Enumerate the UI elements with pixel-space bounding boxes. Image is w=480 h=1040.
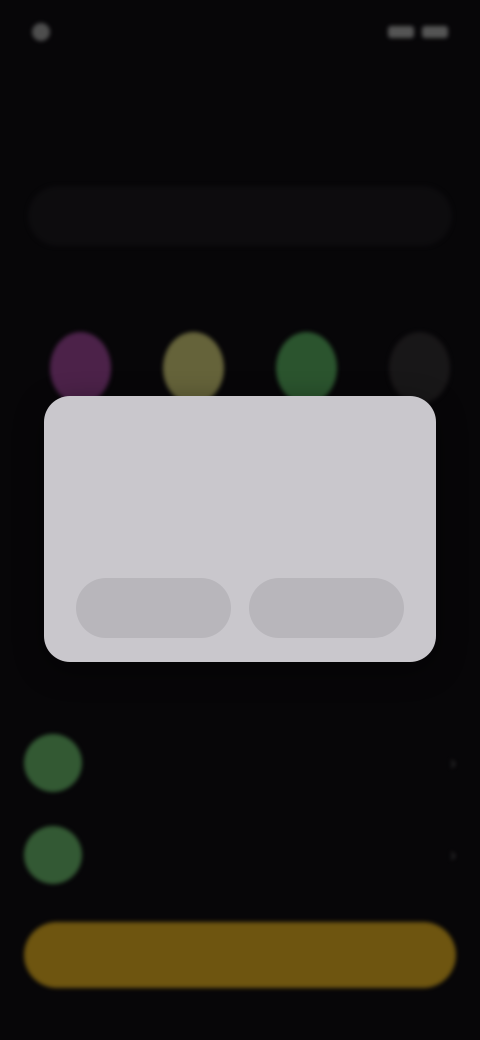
dialog	[44, 396, 436, 662]
dialog-actions	[76, 578, 404, 638]
dialog-secondary-button[interactable]	[76, 578, 231, 638]
dialog-body	[76, 492, 404, 558]
dialog-title	[76, 424, 404, 478]
dialog-primary-button[interactable]	[249, 578, 404, 638]
